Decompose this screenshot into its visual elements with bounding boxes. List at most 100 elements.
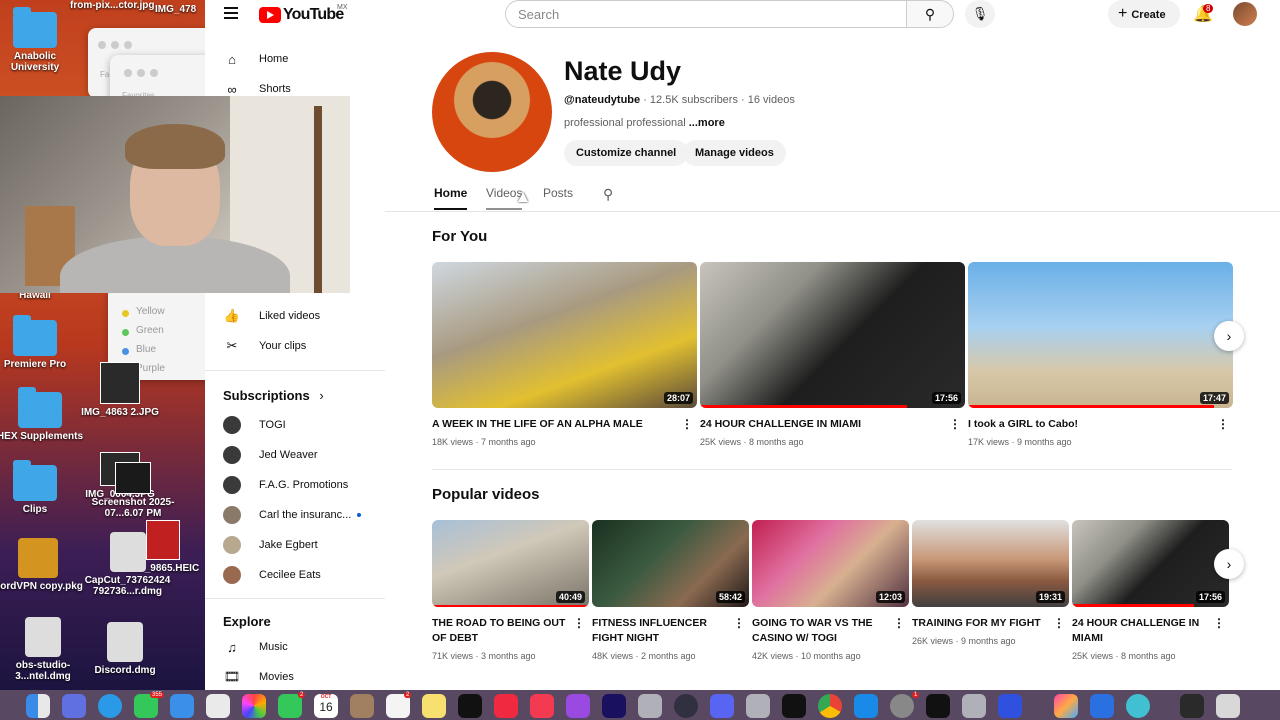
calendar-icon[interactable]: OCT 16	[314, 694, 338, 718]
video-card[interactable]: 19:31 TRAINING FOR MY FIGHT ⋮ 26K views ·…	[912, 520, 1069, 646]
desktop-folder-hex[interactable]: HEX Supplements	[0, 387, 85, 442]
video-card[interactable]: 17:56 24 HOUR CHALLENGE IN MIAMI ⋮ 25K vi…	[1072, 520, 1229, 661]
desktop-file-nordvpn[interactable]: NordVPN copy.pkg	[0, 538, 83, 592]
subscription-item-togi[interactable]: TOGI	[223, 412, 286, 438]
voice-search-button[interactable]: 🎙	[965, 0, 995, 28]
more-vert-icon[interactable]: ⋮	[1213, 616, 1225, 631]
capcut-icon[interactable]	[782, 694, 806, 718]
premiere-pro-icon[interactable]	[602, 694, 626, 718]
desktop-folder-clips[interactable]: Clips	[0, 460, 80, 515]
tag-yellow[interactable]: Yellow	[108, 302, 205, 321]
video-title[interactable]: A WEEK IN THE LIFE OF AN ALPHA MALE	[432, 418, 643, 430]
music-app-icon[interactable]	[530, 694, 554, 718]
desktop-folder-premiere[interactable]: Premiere Pro	[0, 315, 80, 370]
more-vert-icon[interactable]: ⋮	[949, 417, 961, 432]
contacts-icon[interactable]	[350, 694, 374, 718]
more-link[interactable]: ...more	[689, 117, 725, 129]
sidebar-item-home[interactable]: ⌂ Home	[223, 46, 288, 72]
apple-tv-icon[interactable]	[458, 694, 482, 718]
obs-icon[interactable]	[674, 694, 698, 718]
more-vert-icon[interactable]: ⋮	[1217, 417, 1229, 432]
desktop-file-obs[interactable]: obs-studio-3...ntel.dmg	[0, 617, 88, 682]
sidebar-item-music[interactable]: ♫ Music	[223, 634, 288, 660]
discord-icon[interactable]	[710, 694, 734, 718]
manage-videos-button[interactable]: Manage videos	[683, 140, 786, 166]
menu-icon[interactable]	[224, 7, 238, 20]
tag-blue[interactable]: Blue	[108, 340, 205, 359]
downloads-stack-icon[interactable]	[1180, 694, 1204, 718]
subscriptions-heading[interactable]: Subscriptions ›	[223, 388, 324, 403]
chrome-icon[interactable]	[818, 694, 842, 718]
youtube-logo[interactable]: YouTube MX	[259, 4, 348, 24]
subscription-item-carl[interactable]: Carl the insuranc...	[223, 502, 362, 528]
launchpad-icon[interactable]	[62, 694, 86, 718]
video-thumbnail[interactable]: 12:03	[752, 520, 909, 607]
facetime-icon[interactable]	[278, 694, 302, 718]
video-thumbnail[interactable]: 17:56	[1072, 520, 1229, 607]
more-vert-icon[interactable]: ⋮	[893, 616, 905, 631]
video-card[interactable]: 12:03 GOING TO WAR VS THE CASINO W/ TOGI…	[752, 520, 909, 661]
unknown-app-icon[interactable]	[962, 694, 986, 718]
desktop-file-discord[interactable]: Discord.dmg	[80, 622, 170, 676]
notes-icon[interactable]	[422, 694, 446, 718]
finder-icon[interactable]	[26, 694, 50, 718]
video-title[interactable]: 24 HOUR CHALLENGE IN MIAMI	[1072, 617, 1199, 644]
news-icon[interactable]	[494, 694, 518, 718]
video-thumbnail[interactable]: 58:42	[592, 520, 749, 607]
more-vert-icon[interactable]: ⋮	[1053, 616, 1065, 631]
video-title[interactable]: I took a GIRL to Cabo!	[968, 418, 1078, 430]
maps-icon[interactable]	[206, 694, 230, 718]
video-thumbnail[interactable]: 19:31	[912, 520, 1069, 607]
creative-cloud-icon[interactable]	[1054, 694, 1078, 718]
sidebar-item-movies[interactable]: 🎞 Movies	[223, 664, 294, 690]
app-store-icon[interactable]	[854, 694, 878, 718]
photos-icon[interactable]	[242, 694, 266, 718]
podcasts-icon[interactable]	[566, 694, 590, 718]
safari-icon[interactable]	[98, 694, 122, 718]
video-thumbnail[interactable]: 17:47	[968, 262, 1233, 408]
desktop-folder-anabolic[interactable]: Anabolic University	[0, 7, 80, 73]
unknown-app-icon[interactable]	[1126, 694, 1150, 718]
more-vert-icon[interactable]: ⋮	[681, 417, 693, 432]
unknown-app-icon[interactable]	[746, 694, 770, 718]
security-shield-icon[interactable]	[1090, 694, 1114, 718]
subscription-item-jake-egbert[interactable]: Jake Egbert	[223, 532, 318, 558]
sidebar-item-liked-videos[interactable]: 👍 Liked videos	[223, 303, 320, 329]
create-button[interactable]: + Create	[1108, 0, 1180, 28]
video-card[interactable]: 17:47 I took a GIRL to Cabo! ⋮ 17K views …	[968, 262, 1233, 447]
video-title[interactable]: TRAINING FOR MY FIGHT	[912, 617, 1041, 629]
mail-icon[interactable]	[170, 694, 194, 718]
tab-videos[interactable]: Videos	[486, 186, 523, 210]
carousel-next-button[interactable]: ›	[1214, 549, 1244, 579]
video-title[interactable]: FITNESS INFLUENCER FIGHT NIGHT	[592, 617, 707, 644]
channel-search-icon[interactable]: ⚲	[603, 186, 613, 210]
account-avatar[interactable]	[1233, 2, 1257, 26]
unknown-app-icon[interactable]	[638, 694, 662, 718]
video-title[interactable]: THE ROAD TO BEING OUT OF DEBT	[432, 617, 565, 644]
tiktok-icon[interactable]	[926, 694, 950, 718]
desktop-file-screenshot[interactable]: Screenshot 2025-07...6.07 PM	[88, 462, 178, 519]
video-title[interactable]: 24 HOUR CHALLENGE IN MIAMI	[700, 418, 861, 430]
video-thumbnail[interactable]: 17:56	[700, 262, 965, 408]
customize-channel-button[interactable]: Customize channel	[564, 140, 689, 166]
tab-posts[interactable]: Posts	[543, 186, 573, 210]
search-button[interactable]: ⚲	[906, 0, 954, 28]
channel-avatar-large[interactable]	[432, 52, 552, 172]
more-vert-icon[interactable]: ⋮	[573, 616, 585, 631]
video-card[interactable]: 28:07 A WEEK IN THE LIFE OF AN ALPHA MAL…	[432, 262, 697, 447]
search-input[interactable]: Search	[505, 0, 907, 28]
video-title[interactable]: GOING TO WAR VS THE CASINO W/ TOGI	[752, 617, 873, 644]
sidebar-item-your-clips[interactable]: ✂ Your clips	[223, 333, 307, 359]
subscription-item-jed-weaver[interactable]: Jed Weaver	[223, 442, 318, 468]
nordvpn-icon[interactable]	[998, 694, 1022, 718]
video-card[interactable]: 17:56 24 HOUR CHALLENGE IN MIAMI ⋮ 25K vi…	[700, 262, 965, 447]
trash-icon[interactable]	[1216, 694, 1240, 718]
tag-green[interactable]: Green	[108, 321, 205, 340]
tab-home[interactable]: Home	[434, 186, 468, 210]
desktop-file-img478[interactable]: IMG_478	[155, 4, 205, 15]
channel-description[interactable]: professional professional ...more	[564, 117, 725, 129]
video-thumbnail[interactable]: 40:49	[432, 520, 589, 607]
video-card[interactable]: 58:42 FITNESS INFLUENCER FIGHT NIGHT ⋮ 48…	[592, 520, 749, 661]
desktop-file-img4863[interactable]: IMG_4863 2.JPG	[75, 362, 165, 418]
more-vert-icon[interactable]: ⋮	[733, 616, 745, 631]
